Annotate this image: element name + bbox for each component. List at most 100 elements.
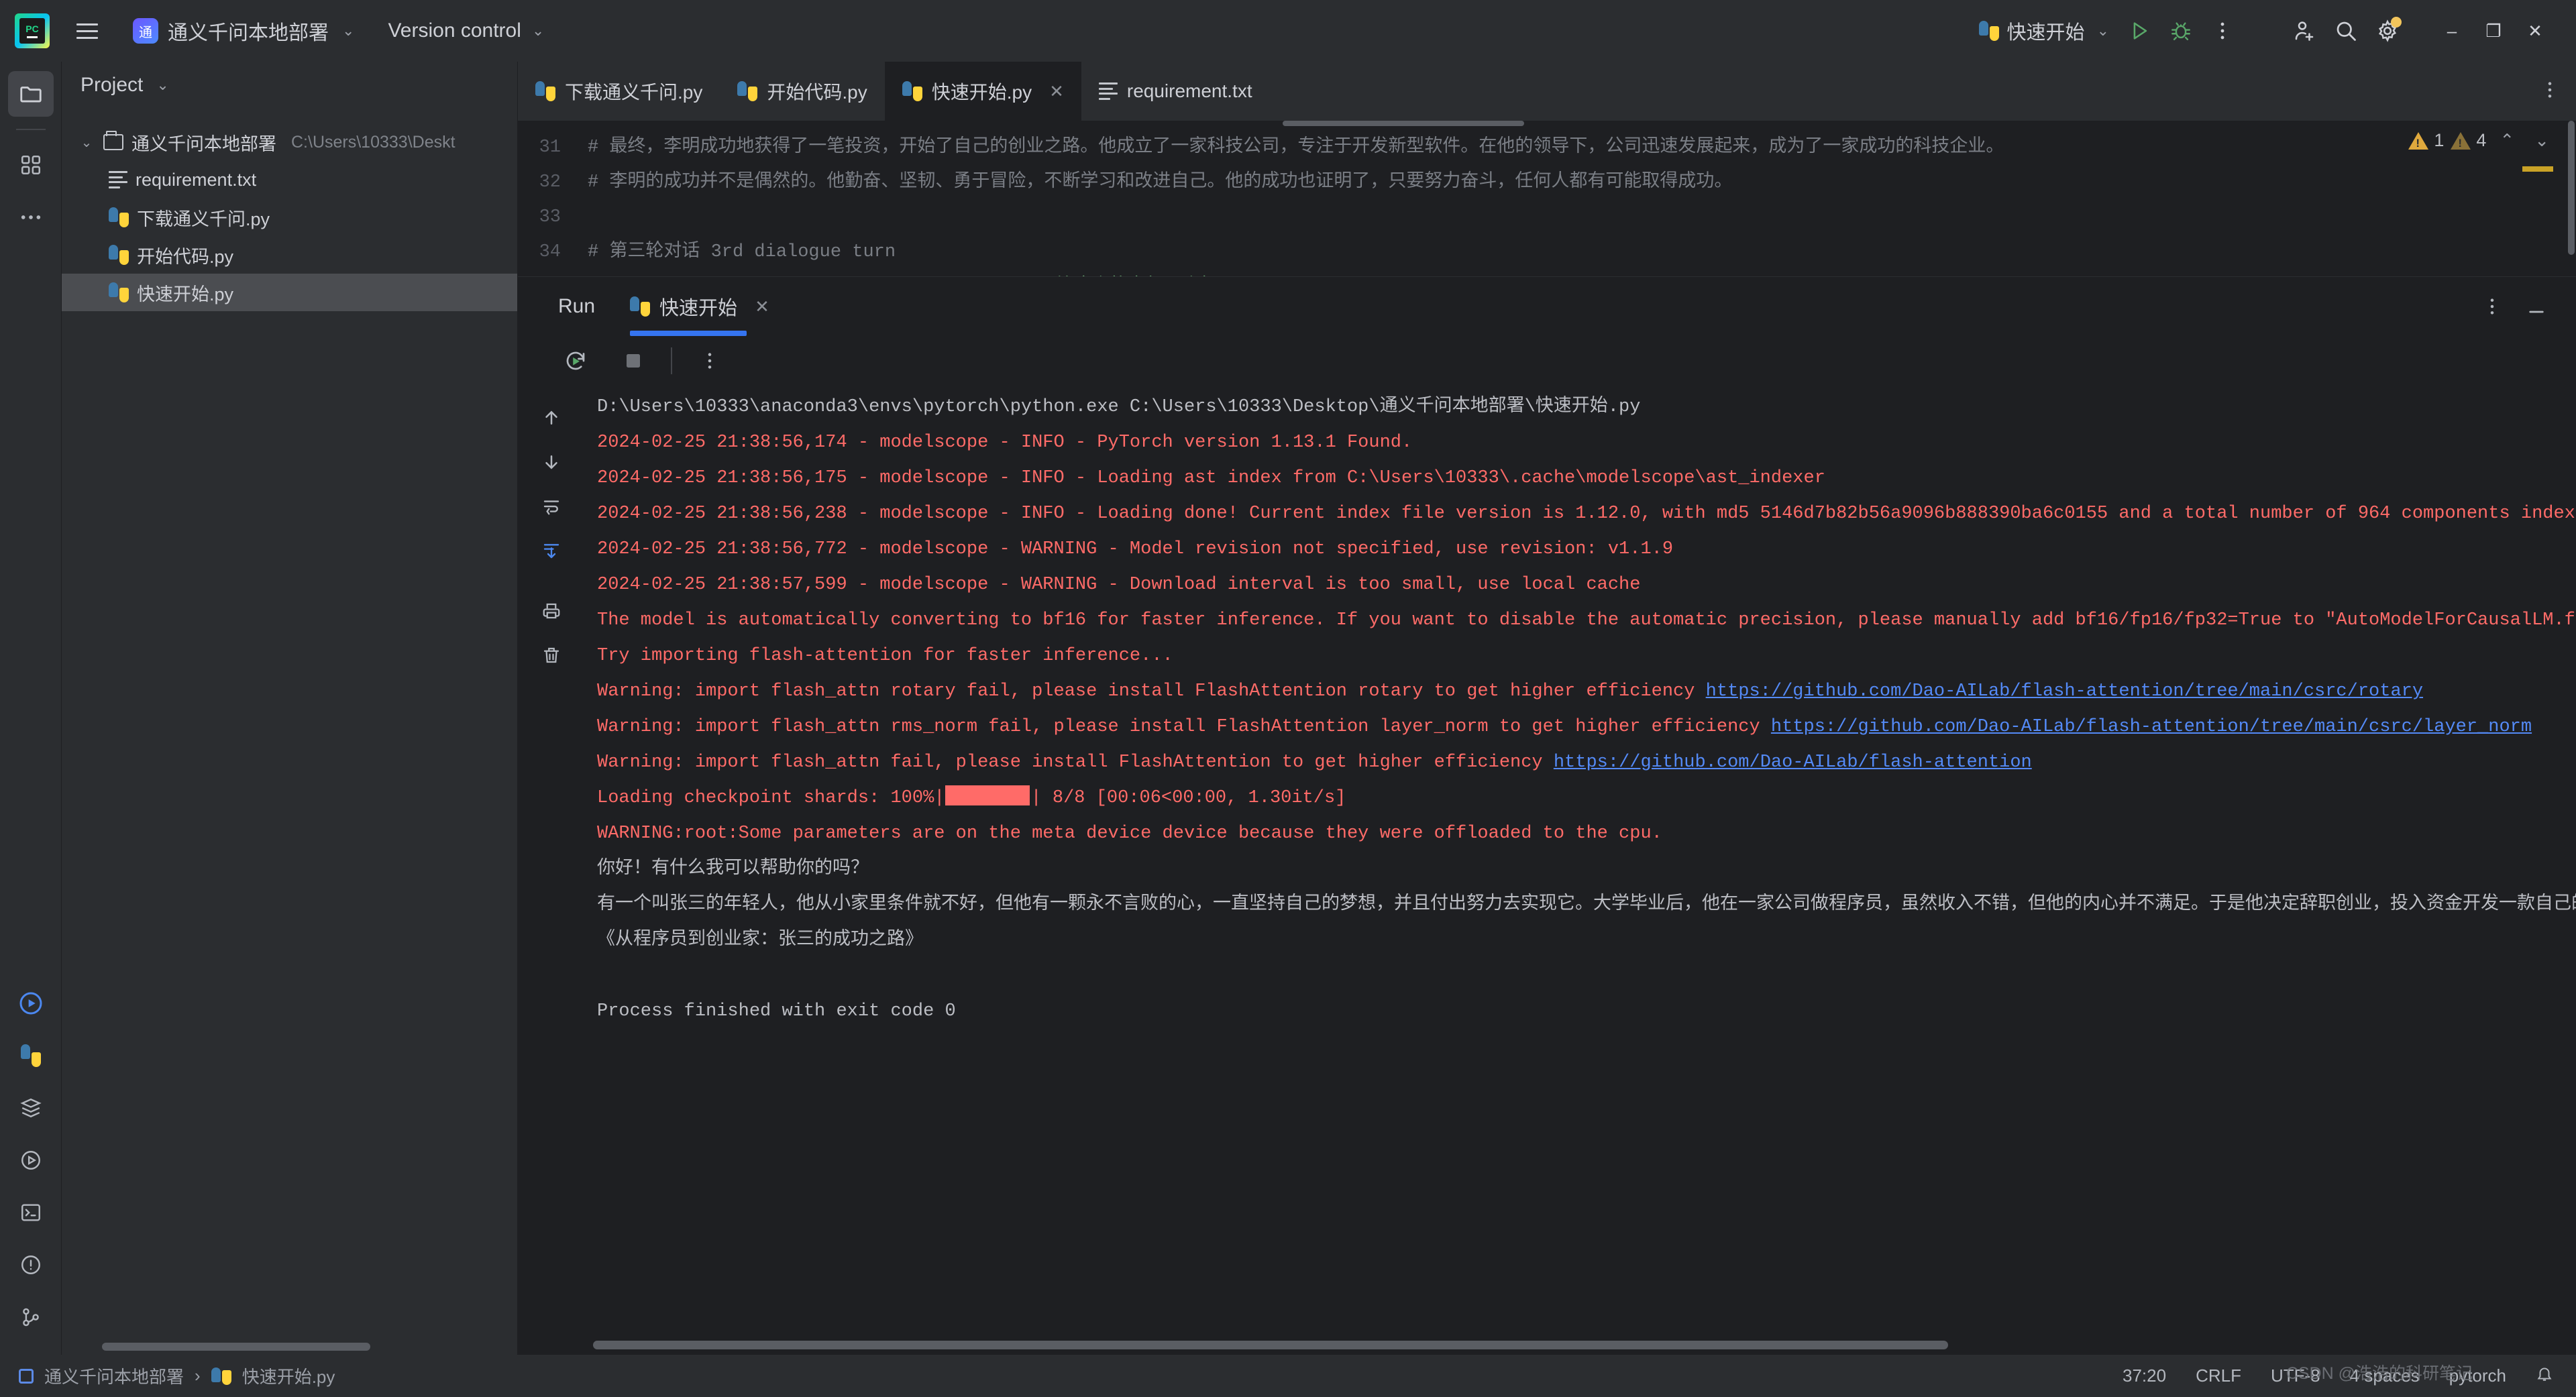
editor-tab[interactable]: 下载通义千问.py: [518, 62, 720, 121]
console-output-area[interactable]: D:\Users\10333\anaconda3\envs\pytorch\py…: [585, 386, 2576, 1355]
run-icon[interactable]: [2118, 10, 2160, 52]
line-number: 32: [539, 172, 561, 192]
sidebar-item-terminal[interactable]: [8, 1190, 54, 1235]
editor-tab[interactable]: requirement.txt: [1081, 62, 1270, 121]
sidebar-item-python-console[interactable]: [8, 1137, 54, 1183]
sidebar-item-database[interactable]: [8, 1085, 54, 1131]
active-tab-underline: [630, 331, 747, 336]
console-line: The model is automatically converting to…: [597, 610, 2576, 630]
caret-position[interactable]: 37:20: [2123, 1365, 2166, 1386]
tree-item[interactable]: requirement.txt: [62, 161, 517, 199]
more-options-icon[interactable]: [2546, 79, 2553, 104]
more-options-icon[interactable]: [2471, 286, 2513, 327]
rerun-icon[interactable]: [555, 341, 596, 381]
editor-tab[interactable]: 开始代码.py: [720, 62, 884, 121]
scroll-up-icon[interactable]: [531, 398, 572, 438]
editor-tab-bar: 下载通义千问.py 开始代码.py 快速开始.py ✕ requirement.txt: [518, 62, 2576, 121]
editor-vertical-scrollbar[interactable]: [2568, 121, 2575, 255]
run-tab-label: 快速开始: [659, 298, 738, 319]
python-file-icon: [1978, 21, 1999, 41]
close-icon[interactable]: ✕: [755, 296, 769, 317]
sidebar-item-problems[interactable]: [8, 1242, 54, 1288]
tree-item[interactable]: 快速开始.py: [62, 274, 517, 311]
run-config-label: 快速开始: [2006, 22, 2085, 44]
warning-triangle-icon: [2408, 131, 2429, 150]
project-selector[interactable]: 通 通义千问本地部署 ⌄: [123, 11, 364, 51]
run-configuration-selector[interactable]: 快速开始 ⌄: [1970, 13, 2118, 49]
tree-item-label: 下载通义千问.py: [137, 209, 270, 229]
line-number: 33: [539, 207, 561, 227]
sidebar-item-project[interactable]: [7, 71, 54, 117]
editor-error-stripe-marker: [2522, 166, 2553, 172]
chevron-down-icon[interactable]: ⌄: [78, 134, 95, 151]
chevron-down-icon[interactable]: ⌄: [156, 76, 168, 94]
notifications-icon[interactable]: [2536, 1365, 2553, 1387]
tree-item[interactable]: 开始代码.py: [62, 236, 517, 274]
more-options-icon[interactable]: [690, 341, 730, 381]
code-token: # 李明的成功并不是偶然的。他勤奋、坚韧、勇于冒险，不断学习和改进自己。他的成功…: [588, 172, 1733, 192]
folder-icon: [103, 131, 123, 150]
console-horizontal-scrollbar[interactable]: [593, 1341, 1948, 1349]
title-bar-left: PC 通 通义千问本地部署 ⌄ Version control ⌄: [15, 11, 544, 51]
editor-horizontal-scrollbar[interactable]: [1283, 121, 1524, 126]
add-user-icon[interactable]: [2284, 10, 2325, 52]
window-maximize-button[interactable]: ❐: [2473, 10, 2514, 52]
python-file-icon: [902, 81, 922, 101]
python-file-icon: [630, 296, 651, 317]
run-tab-快速开始[interactable]: 快速开始 ✕: [630, 277, 769, 336]
close-icon[interactable]: ✕: [1049, 81, 1064, 102]
tree-item[interactable]: 下载通义千问.py: [62, 199, 517, 236]
console-line: WARNING:root:Some parameters are on the …: [597, 824, 1662, 844]
clear-all-icon[interactable]: [531, 635, 572, 675]
breadcrumb-file[interactable]: 快速开始.py: [242, 1363, 335, 1388]
status-badge-weak-warning[interactable]: 4: [2451, 130, 2486, 151]
settings-icon[interactable]: [2367, 10, 2408, 52]
editor-and-run-column: 下载通义千问.py 开始代码.py 快速开始.py ✕ requirement.txt …: [518, 62, 2576, 1355]
run-console-row: D:\Users\10333\anaconda3\envs\pytorch\py…: [518, 386, 2576, 1355]
hamburger-menu-icon[interactable]: [68, 12, 106, 50]
search-icon[interactable]: [2325, 10, 2367, 52]
line-separator[interactable]: CRLF: [2196, 1365, 2241, 1386]
soft-wrap-icon[interactable]: [531, 486, 572, 526]
console-line: Warning: import flash_attn rms_norm fail…: [597, 710, 2576, 745]
console-line: 2024-02-25 21:38:56,238 - modelscope - I…: [597, 504, 2576, 524]
code-text: response, history = model.chat(tokenizer…: [576, 270, 1443, 276]
console-link[interactable]: https://github.com/Dao-AILab/flash-atten…: [1554, 752, 2032, 773]
project-panel-horizontal-scrollbar[interactable]: [102, 1343, 370, 1351]
breadcrumb-project[interactable]: 通义千问本地部署: [44, 1363, 184, 1388]
console-link[interactable]: https://github.com/Dao-AILab/flash-atten…: [1771, 717, 2532, 737]
minimize-panel-icon[interactable]: [2516, 286, 2557, 327]
scroll-down-icon[interactable]: [531, 442, 572, 482]
sidebar-item-run[interactable]: [8, 981, 54, 1026]
sidebar-item-version-control[interactable]: [8, 1294, 54, 1340]
console-link[interactable]: https://github.com/Dao-AILab/flash-atten…: [1706, 681, 2423, 702]
debug-icon[interactable]: [2160, 10, 2202, 52]
window-close-button[interactable]: ✕: [2514, 10, 2556, 52]
console-line: 2024-02-25 21:38:56,175 - modelscope - I…: [597, 468, 1825, 488]
python-file-icon: [211, 1367, 231, 1385]
next-problem-icon[interactable]: ⌄: [2528, 130, 2556, 151]
previous-problem-icon[interactable]: ⌃: [2493, 130, 2521, 151]
window-minimize-button[interactable]: –: [2431, 10, 2473, 52]
sidebar-item-python-packages[interactable]: [8, 1033, 54, 1078]
title-bar: PC 通 通义千问本地部署 ⌄ Version control ⌄ 快速开始 ⌄: [0, 0, 2576, 62]
sidebar-item-structure[interactable]: [8, 142, 54, 188]
code-editor[interactable]: 31 # 最终，李明成功地获得了一笔投资，开始了自己的创业之路。他成立了一家科技公…: [518, 121, 2576, 276]
sidebar-item-more-tools[interactable]: [8, 194, 54, 240]
scroll-to-end-icon[interactable]: [531, 530, 572, 571]
stop-icon[interactable]: [613, 341, 653, 381]
project-tree: ⌄ 通义千问本地部署 C:\Users\10333\Deskt requirement…: [62, 109, 517, 311]
module-icon: [19, 1368, 34, 1384]
tree-item[interactable]: ⌄ 通义千问本地部署 C:\Users\10333\Deskt: [62, 123, 517, 161]
status-bar: 通义千问本地部署 › 快速开始.py 37:20 CRLF UTF-8 4 sp…: [0, 1355, 2576, 1397]
chevron-down-icon: ⌄: [2096, 22, 2109, 39]
status-badge-warning[interactable]: 1: [2408, 130, 2444, 151]
code-token: # 第三轮对话 3rd dialogue turn: [588, 242, 896, 262]
tree-item-label: 开始代码.py: [137, 246, 234, 267]
version-control-menu[interactable]: Version control ⌄: [388, 19, 544, 42]
print-icon[interactable]: [531, 591, 572, 631]
more-options-icon[interactable]: [2202, 10, 2243, 52]
editor-tab[interactable]: 快速开始.py ✕: [884, 62, 1081, 121]
code-text: # 第三轮对话 3rd dialogue turn: [576, 235, 896, 270]
